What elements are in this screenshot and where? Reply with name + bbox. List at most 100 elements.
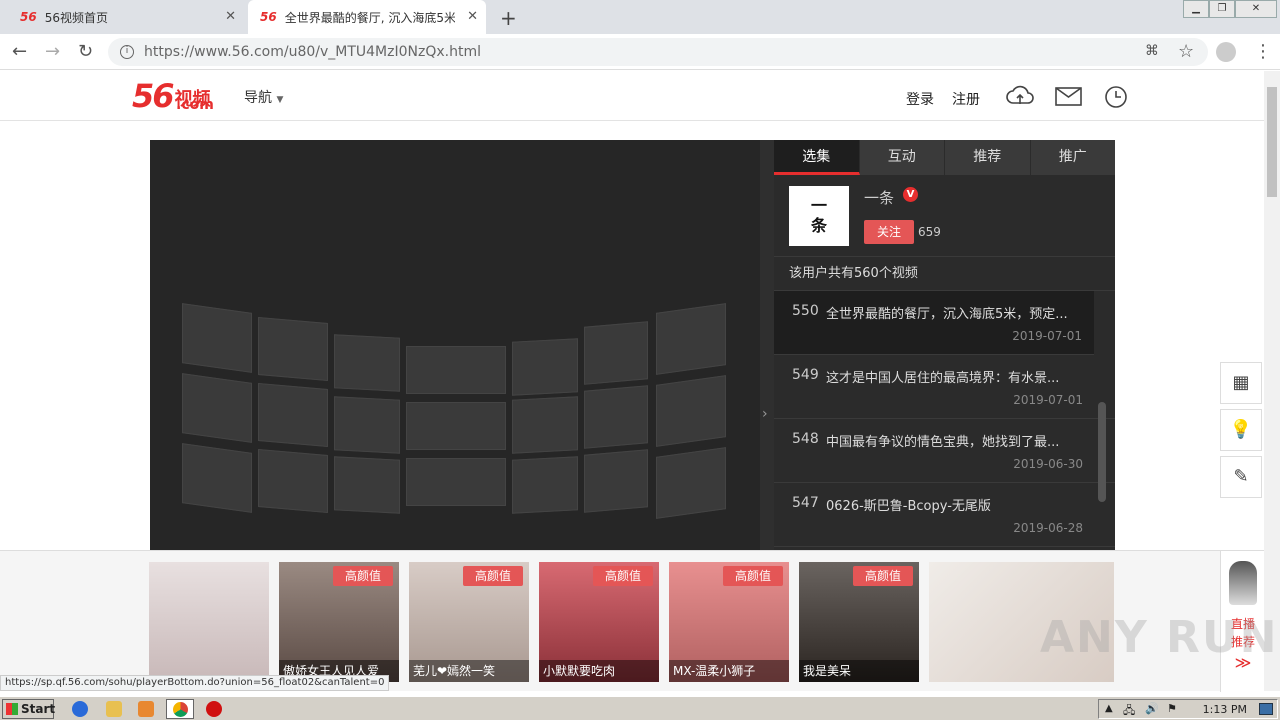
upload-cloud-icon[interactable] (1005, 83, 1035, 109)
panel-toggle[interactable]: › (760, 140, 774, 550)
windows-logo-icon (6, 703, 18, 715)
close-icon[interactable]: ✕ (467, 9, 478, 24)
logo-domain: .com (176, 97, 214, 113)
verified-icon: V (903, 187, 918, 202)
chevron-right-icon: › (762, 406, 768, 422)
episode-title: 这才是中国人居住的最高境界：有水景... (826, 371, 1060, 386)
logo[interactable]: 56 视频 .com (132, 77, 214, 115)
tab-promote[interactable]: 推广 (1030, 140, 1115, 175)
tab-interact[interactable]: 互动 (859, 140, 945, 175)
address-bar[interactable]: i https://www.56.com/u80/v_MTU4MzI0NzQx.… (108, 38, 1208, 66)
live-card[interactable]: 高颜值 傲娇女王人见人爱 (279, 562, 399, 682)
chrome-taskbar-button[interactable] (166, 699, 194, 719)
qr-code-icon[interactable]: ▦ (1220, 362, 1262, 404)
history-icon[interactable] (1102, 83, 1130, 111)
nav-dropdown[interactable]: 导航 ▼ (244, 87, 283, 107)
uploader-info: 一条 一条 V 关注 659 (774, 175, 1115, 257)
player-background-thumb (512, 456, 578, 514)
reload-icon[interactable]: ↻ (78, 41, 93, 62)
show-desktop-icon[interactable] (1259, 703, 1273, 715)
ie-icon[interactable] (72, 701, 88, 717)
media-player-icon[interactable] (138, 701, 154, 717)
avatar[interactable]: 一条 (789, 186, 849, 246)
list-item[interactable]: 549 这才是中国人居住的最高境界：有水景... 2019-07-01 (774, 355, 1115, 419)
window-close-button[interactable]: ✕ (1235, 0, 1277, 18)
player-background-thumb (258, 382, 328, 448)
favicon-56: 56 (260, 10, 277, 24)
feedback-edit-icon[interactable]: ✎ (1220, 456, 1262, 498)
uploader-name[interactable]: 一条 (864, 187, 894, 208)
video-player[interactable] (150, 140, 760, 550)
minimize-button[interactable]: ▁ (1183, 0, 1209, 18)
tab-56-home[interactable]: 56 56视频首页 ✕ (12, 0, 244, 34)
menu-kebab-icon[interactable]: ⋮ (1254, 41, 1272, 62)
episode-number: 548 (792, 431, 819, 447)
player-background-thumb (584, 321, 648, 385)
mail-icon[interactable] (1055, 87, 1083, 107)
system-tray: ▲ 🖧 🔊 ⚑ 1:13 PM (1098, 699, 1278, 719)
episode-number: 550 (792, 303, 819, 319)
player-background-thumb (258, 448, 328, 514)
register-link[interactable]: 注册 (952, 89, 980, 109)
live-thumbnail (149, 562, 269, 682)
flag-icon[interactable]: ⚑ (1167, 702, 1177, 715)
bookmark-star-icon[interactable]: ☆ (1178, 41, 1194, 62)
translate-icon[interactable]: ⌘ (1145, 43, 1159, 59)
maximize-button[interactable]: ❐ (1209, 0, 1235, 18)
scrollbar-thumb[interactable] (1267, 87, 1277, 197)
live-card[interactable]: 高颜值 芜儿❤嫣然一笑 (409, 562, 529, 682)
clock: 1:13 PM (1202, 703, 1247, 716)
tab-title: 56视频首页 (44, 10, 108, 25)
close-icon[interactable]: ✕ (225, 9, 236, 24)
player-background-thumb (406, 402, 506, 450)
profile-avatar-icon[interactable] (1216, 42, 1236, 62)
player-background-thumb (584, 385, 648, 449)
live-card[interactable]: 高颜值 我是美呆 (799, 562, 919, 682)
tab-strip: 56 56视频首页 ✕ 56 全世界最酷的餐厅, 沉入海底5米, 预 ✕ + ▁… (0, 0, 1280, 34)
list-item[interactable]: 547 0626-斯巴鲁-Bcopy-无尾版 2019-06-28 (774, 483, 1115, 547)
tag-badge: 高颜值 (463, 566, 523, 586)
player-background-thumb (334, 456, 400, 514)
player-background-thumb (406, 458, 506, 506)
player-background-thumb (258, 316, 328, 382)
tag-badge: 高颜值 (853, 566, 913, 586)
list-item[interactable]: 550 全世界最酷的餐厅，沉入海底5米，预定... 2019-07-01 (774, 291, 1094, 355)
new-tab-button[interactable]: + (500, 6, 517, 30)
episode-number: 547 (792, 495, 819, 511)
network-icon[interactable]: 🖧 (1123, 702, 1135, 721)
folder-icon[interactable] (106, 701, 122, 717)
watermark: ANY RUN (1040, 612, 1279, 663)
favicon-56: 56 (20, 10, 37, 24)
back-icon[interactable]: ← (12, 41, 27, 62)
tab-recommend[interactable]: 推荐 (945, 140, 1031, 175)
tray-expand-icon[interactable]: ▲ (1105, 703, 1113, 714)
logo-number: 56 (132, 77, 175, 115)
player-background-thumb (656, 303, 726, 375)
lightbulb-icon[interactable]: 💡 (1220, 409, 1262, 451)
start-button[interactable]: Start (2, 699, 56, 719)
live-card[interactable] (149, 562, 269, 682)
player-background-thumb (512, 338, 578, 396)
episode-date: 2019-07-01 (1013, 393, 1083, 407)
volume-icon[interactable]: 🔊 (1145, 702, 1159, 715)
forward-icon[interactable]: → (45, 41, 60, 62)
start-label: Start (21, 702, 56, 716)
live-card[interactable]: 高颜值 小默默要吃肉 (539, 562, 659, 682)
episode-title: 全世界最酷的餐厅，沉入海底5米，预定... (826, 307, 1068, 322)
live-avatar (1229, 561, 1257, 605)
live-card[interactable]: 高颜值 MX-温柔小狮子 (669, 562, 789, 682)
follow-button[interactable]: 关注 (864, 220, 914, 244)
tab-video-page[interactable]: 56 全世界最酷的餐厅, 沉入海底5米, 预 ✕ (248, 0, 486, 34)
tab-episodes[interactable]: 选集 (774, 140, 860, 175)
list-scrollbar[interactable] (1098, 402, 1106, 502)
page-scrollbar[interactable] (1264, 71, 1280, 691)
opera-icon[interactable] (206, 701, 222, 717)
list-item[interactable]: 548 中国最有争议的情色宝典，她找到了最... 2019-06-30 (774, 419, 1115, 483)
player-background-thumb (584, 449, 648, 513)
player-background-thumb (512, 396, 578, 454)
url-text[interactable]: https://www.56.com/u80/v_MTU4MzI0NzQx.ht… (144, 44, 481, 60)
tag-badge: 高颜值 (333, 566, 393, 586)
episode-date: 2019-06-28 (1013, 521, 1083, 535)
info-icon[interactable]: i (120, 45, 134, 59)
login-link[interactable]: 登录 (906, 89, 934, 109)
